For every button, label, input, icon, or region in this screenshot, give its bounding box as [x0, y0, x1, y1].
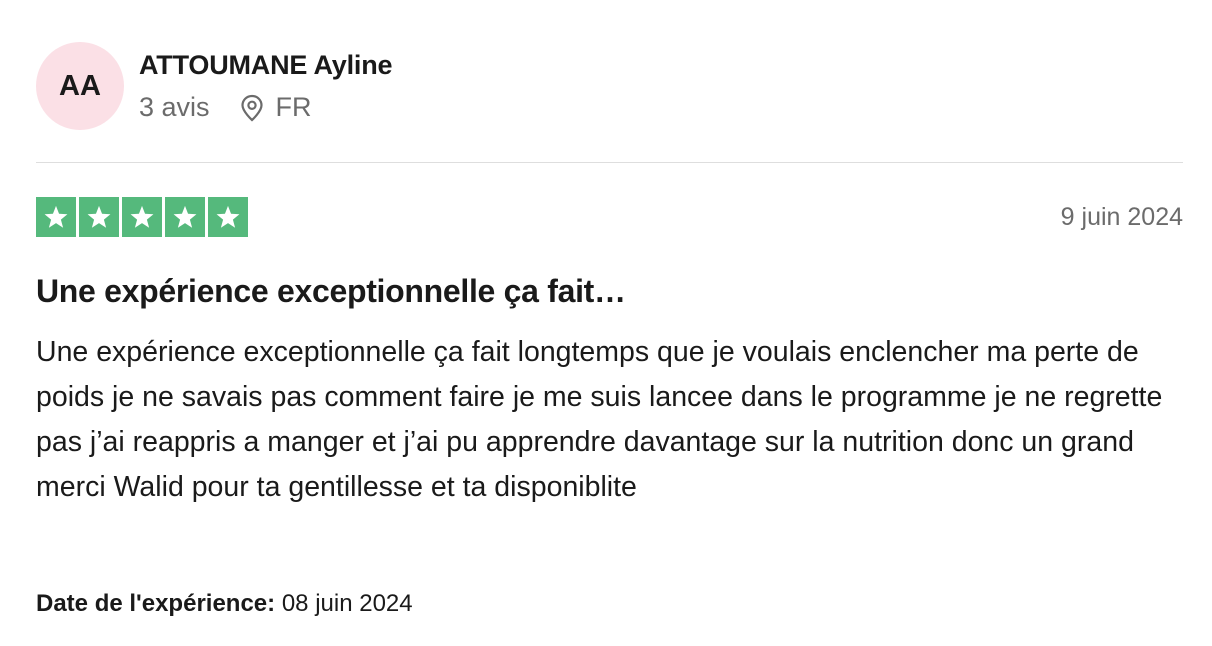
- reviewer-meta: 3 avis FR: [139, 92, 312, 123]
- reviewer-country: FR: [275, 92, 312, 122]
- location-pin-icon: [240, 94, 264, 122]
- avatar-initials: AA: [59, 69, 101, 102]
- star-icon: [122, 197, 162, 237]
- reviewer-name[interactable]: ATTOUMANE Ayline: [139, 50, 393, 81]
- star-icon: [208, 197, 248, 237]
- experience-date-value: 08 juin 2024: [281, 590, 413, 617]
- experience-date-label: Date de l'expérience:: [36, 590, 276, 617]
- experience-date: Date de l'expérience: 08 juin 2024: [36, 590, 413, 618]
- star-icon: [36, 197, 76, 237]
- divider: [36, 162, 1183, 163]
- review-title[interactable]: Une expérience exceptionnelle ça fait…: [36, 273, 626, 310]
- review-count: 3 avis: [139, 92, 210, 122]
- review-card: AA ATTOUMANE Ayline 3 avis FR 9 juin 202…: [36, 0, 1183, 646]
- star-icon: [165, 197, 205, 237]
- review-date: 9 juin 2024: [1060, 203, 1183, 231]
- review-text: Une expérience exceptionnelle ça fait lo…: [36, 336, 1163, 503]
- star-icon: [79, 197, 119, 237]
- reviewer-header: AA ATTOUMANE Ayline 3 avis FR: [36, 42, 1183, 132]
- avatar[interactable]: AA: [36, 42, 124, 130]
- star-rating: [36, 197, 248, 237]
